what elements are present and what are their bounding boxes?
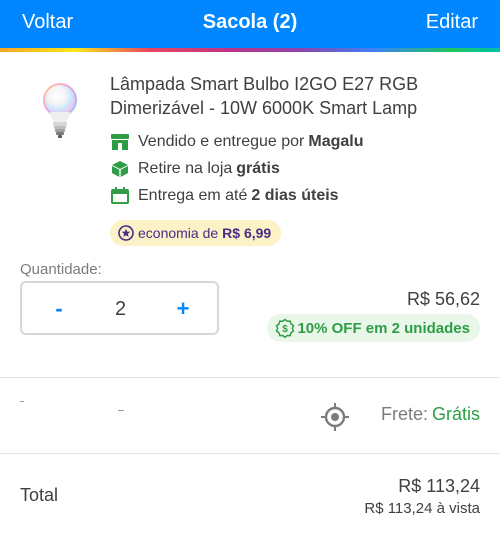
shipping-label: Frete: bbox=[380, 404, 428, 424]
quantity-value[interactable]: 2 bbox=[98, 295, 143, 323]
section-divider bbox=[0, 377, 500, 378]
faint-mark bbox=[20, 401, 24, 402]
section-divider bbox=[0, 453, 500, 454]
discount-badge: $ 10% OFF em 2 unidades bbox=[267, 314, 480, 342]
shipping-value: Grátis bbox=[431, 404, 480, 424]
product-image[interactable] bbox=[28, 78, 92, 144]
economy-badge: economia de R$ 6,99 bbox=[110, 220, 282, 246]
total-cash-price: R$ 113,24 à vista bbox=[364, 500, 480, 517]
faint-mark bbox=[118, 410, 124, 411]
economy-value: R$ 6,99 bbox=[222, 225, 272, 241]
total-value: R$ 113,24 bbox=[398, 476, 480, 496]
discount-tag-icon: $ bbox=[275, 318, 295, 339]
svg-text:$: $ bbox=[283, 324, 289, 335]
quantity-label: Quantidade: bbox=[20, 261, 102, 278]
pickup-row: Retire na loja grátis bbox=[110, 158, 280, 180]
seller-name: Magalu bbox=[308, 133, 364, 150]
seller-row: Vendido e entregue por Magalu bbox=[110, 131, 363, 153]
unit-price: R$ 56,62 bbox=[406, 289, 480, 309]
location-target-icon[interactable] bbox=[320, 402, 350, 432]
product-name[interactable]: Lâmpada Smart Bulbo I2GO E27 RGB Dimeriz… bbox=[110, 72, 490, 120]
discount-text: 10% OFF em 2 unidades bbox=[297, 319, 470, 337]
star-circle-icon bbox=[118, 225, 134, 241]
edit-button[interactable]: Editar bbox=[426, 11, 478, 34]
economy-text: economia de bbox=[138, 225, 219, 241]
store-icon bbox=[110, 133, 130, 151]
shipping-info: Frete: Grátis bbox=[381, 404, 480, 425]
brand-rainbow-strip bbox=[0, 48, 500, 52]
delivery-text: Entrega em até bbox=[138, 187, 248, 204]
pickup-value: grátis bbox=[236, 160, 280, 177]
delivery-row: Entrega em até 2 dias úteis bbox=[110, 185, 339, 207]
top-bar: Voltar Sacola (2) Editar bbox=[0, 0, 500, 48]
seller-text: Vendido e entregue por bbox=[138, 133, 305, 150]
increase-quantity-button[interactable]: + bbox=[166, 295, 200, 323]
delivery-value: 2 dias úteis bbox=[251, 187, 339, 204]
smart-bulb-icon bbox=[43, 83, 77, 138]
decrease-quantity-button[interactable]: - bbox=[42, 295, 76, 323]
total-label: Total bbox=[20, 485, 59, 505]
page-title-text: Sacola (2) bbox=[202, 11, 298, 33]
package-icon bbox=[110, 160, 130, 178]
pickup-text: Retire na loja bbox=[138, 160, 233, 177]
quantity-stepper: - 2 + bbox=[20, 281, 219, 335]
calendar-icon bbox=[110, 187, 130, 205]
